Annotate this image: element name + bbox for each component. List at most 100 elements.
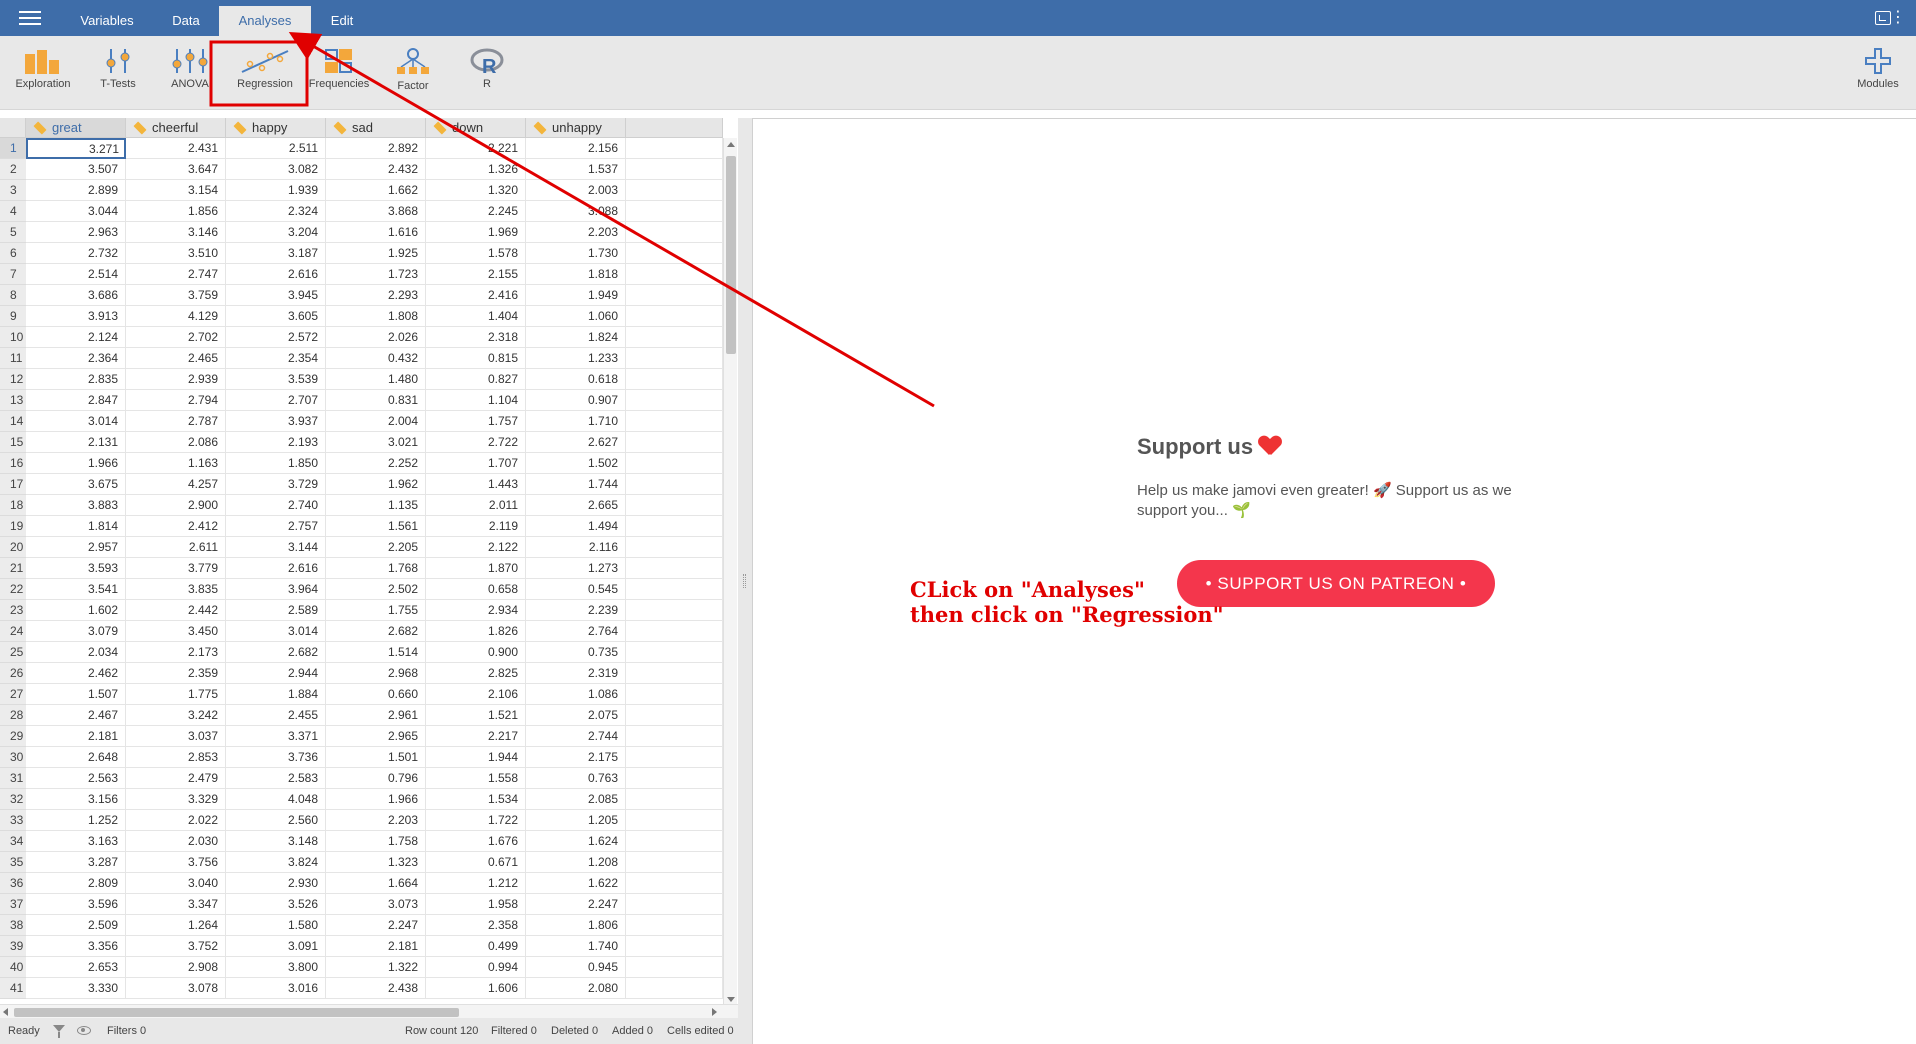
table-cell[interactable] bbox=[626, 432, 723, 453]
table-cell[interactable]: 1.404 bbox=[426, 306, 526, 327]
table-cell[interactable]: 2.431 bbox=[126, 138, 226, 159]
table-cell[interactable] bbox=[626, 369, 723, 390]
table-cell[interactable]: 2.124 bbox=[26, 327, 126, 348]
table-cell[interactable]: 1.744 bbox=[526, 474, 626, 495]
table-cell[interactable]: 1.707 bbox=[426, 453, 526, 474]
row-header[interactable]: 34 bbox=[0, 831, 26, 852]
vertical-scrollbar[interactable] bbox=[723, 138, 737, 1004]
table-cell[interactable]: 3.937 bbox=[226, 411, 326, 432]
table-cell[interactable]: 0.545 bbox=[526, 579, 626, 600]
data-spreadsheet[interactable]: great cheerful happy sad down unhappy 1 3.271 2.… bbox=[0, 118, 738, 1004]
table-cell[interactable] bbox=[626, 537, 723, 558]
table-cell[interactable]: 1.775 bbox=[126, 684, 226, 705]
table-cell[interactable]: 1.578 bbox=[426, 243, 526, 264]
table-cell[interactable]: 2.462 bbox=[26, 663, 126, 684]
row-header[interactable]: 26 bbox=[0, 663, 26, 684]
row-header[interactable]: 39 bbox=[0, 936, 26, 957]
table-cell[interactable]: 2.217 bbox=[426, 726, 526, 747]
table-cell[interactable]: 1.624 bbox=[526, 831, 626, 852]
table-cell[interactable]: 1.273 bbox=[526, 558, 626, 579]
row-header[interactable]: 36 bbox=[0, 873, 26, 894]
table-cell[interactable]: 2.358 bbox=[426, 915, 526, 936]
table-cell[interactable]: 1.323 bbox=[326, 852, 426, 873]
row-header[interactable]: 13 bbox=[0, 390, 26, 411]
table-cell[interactable]: 2.560 bbox=[226, 810, 326, 831]
table-cell[interactable]: 1.723 bbox=[326, 264, 426, 285]
table-cell[interactable]: 1.606 bbox=[426, 978, 526, 999]
table-cell[interactable]: 3.073 bbox=[326, 894, 426, 915]
table-cell[interactable]: 2.181 bbox=[326, 936, 426, 957]
table-cell[interactable]: 2.853 bbox=[126, 747, 226, 768]
table-cell[interactable]: 3.596 bbox=[26, 894, 126, 915]
table-cell[interactable]: 1.808 bbox=[326, 306, 426, 327]
table-cell[interactable]: 0.658 bbox=[426, 579, 526, 600]
table-cell[interactable]: 2.825 bbox=[426, 663, 526, 684]
table-cell[interactable]: 3.647 bbox=[126, 159, 226, 180]
table-cell[interactable] bbox=[626, 453, 723, 474]
table-cell[interactable]: 2.416 bbox=[426, 285, 526, 306]
row-header[interactable]: 29 bbox=[0, 726, 26, 747]
table-cell[interactable] bbox=[626, 894, 723, 915]
table-cell[interactable]: 1.616 bbox=[326, 222, 426, 243]
tab-variables[interactable]: Variables bbox=[68, 6, 146, 36]
table-cell[interactable]: 1.710 bbox=[526, 411, 626, 432]
table-cell[interactable]: 1.939 bbox=[226, 180, 326, 201]
main-menu-icon[interactable] bbox=[19, 11, 41, 27]
column-header[interactable]: sad bbox=[326, 118, 426, 138]
table-cell[interactable]: 3.964 bbox=[226, 579, 326, 600]
table-cell[interactable]: 2.026 bbox=[326, 327, 426, 348]
table-cell[interactable]: 1.662 bbox=[326, 180, 426, 201]
table-cell[interactable] bbox=[626, 558, 723, 579]
table-cell[interactable]: 1.925 bbox=[326, 243, 426, 264]
table-cell[interactable]: 2.682 bbox=[226, 642, 326, 663]
row-header[interactable]: 16 bbox=[0, 453, 26, 474]
table-cell[interactable] bbox=[626, 243, 723, 264]
table-cell[interactable] bbox=[626, 474, 723, 495]
table-cell[interactable]: 4.129 bbox=[126, 306, 226, 327]
scroll-right-icon[interactable] bbox=[712, 1008, 717, 1016]
table-cell[interactable]: 2.438 bbox=[326, 978, 426, 999]
table-cell[interactable]: 1.494 bbox=[526, 516, 626, 537]
table-cell[interactable]: 3.287 bbox=[26, 852, 126, 873]
table-cell[interactable]: 2.961 bbox=[326, 705, 426, 726]
table-cell[interactable]: 3.154 bbox=[126, 180, 226, 201]
table-cell[interactable]: 1.870 bbox=[426, 558, 526, 579]
tab-analyses[interactable]: Analyses bbox=[219, 6, 311, 36]
table-cell[interactable]: 1.755 bbox=[326, 600, 426, 621]
table-cell[interactable]: 3.675 bbox=[26, 474, 126, 495]
table-cell[interactable] bbox=[626, 978, 723, 999]
table-cell[interactable]: 3.329 bbox=[126, 789, 226, 810]
table-cell[interactable]: 3.450 bbox=[126, 621, 226, 642]
table-cell[interactable]: 2.203 bbox=[326, 810, 426, 831]
table-cell[interactable]: 1.561 bbox=[326, 516, 426, 537]
table-cell[interactable]: 2.732 bbox=[26, 243, 126, 264]
table-cell[interactable]: 2.030 bbox=[126, 831, 226, 852]
table-cell[interactable]: 0.994 bbox=[426, 957, 526, 978]
table-cell[interactable]: 3.079 bbox=[26, 621, 126, 642]
table-cell[interactable]: 2.939 bbox=[126, 369, 226, 390]
row-header[interactable]: 32 bbox=[0, 789, 26, 810]
table-cell[interactable]: 2.707 bbox=[226, 390, 326, 411]
table-cell[interactable]: 1.163 bbox=[126, 453, 226, 474]
table-cell[interactable]: 4.257 bbox=[126, 474, 226, 495]
table-cell[interactable]: 2.847 bbox=[26, 390, 126, 411]
table-cell[interactable]: 3.148 bbox=[226, 831, 326, 852]
table-cell[interactable]: 1.969 bbox=[426, 222, 526, 243]
table-cell[interactable]: 1.722 bbox=[426, 810, 526, 831]
table-cell[interactable]: 1.480 bbox=[326, 369, 426, 390]
table-cell[interactable] bbox=[626, 810, 723, 831]
table-cell[interactable]: 1.135 bbox=[326, 495, 426, 516]
window-mode-icon[interactable] bbox=[1875, 11, 1891, 25]
row-header[interactable]: 31 bbox=[0, 768, 26, 789]
table-cell[interactable]: 1.856 bbox=[126, 201, 226, 222]
table-cell[interactable]: 1.966 bbox=[326, 789, 426, 810]
table-cell[interactable]: 0.815 bbox=[426, 348, 526, 369]
table-cell[interactable]: 2.899 bbox=[26, 180, 126, 201]
table-cell[interactable]: 1.502 bbox=[526, 453, 626, 474]
eye-icon[interactable] bbox=[77, 1026, 91, 1035]
row-header[interactable]: 11 bbox=[0, 348, 26, 369]
table-cell[interactable]: 2.944 bbox=[226, 663, 326, 684]
table-cell[interactable]: 1.104 bbox=[426, 390, 526, 411]
table-cell[interactable] bbox=[626, 138, 723, 159]
table-cell[interactable]: 2.106 bbox=[426, 684, 526, 705]
